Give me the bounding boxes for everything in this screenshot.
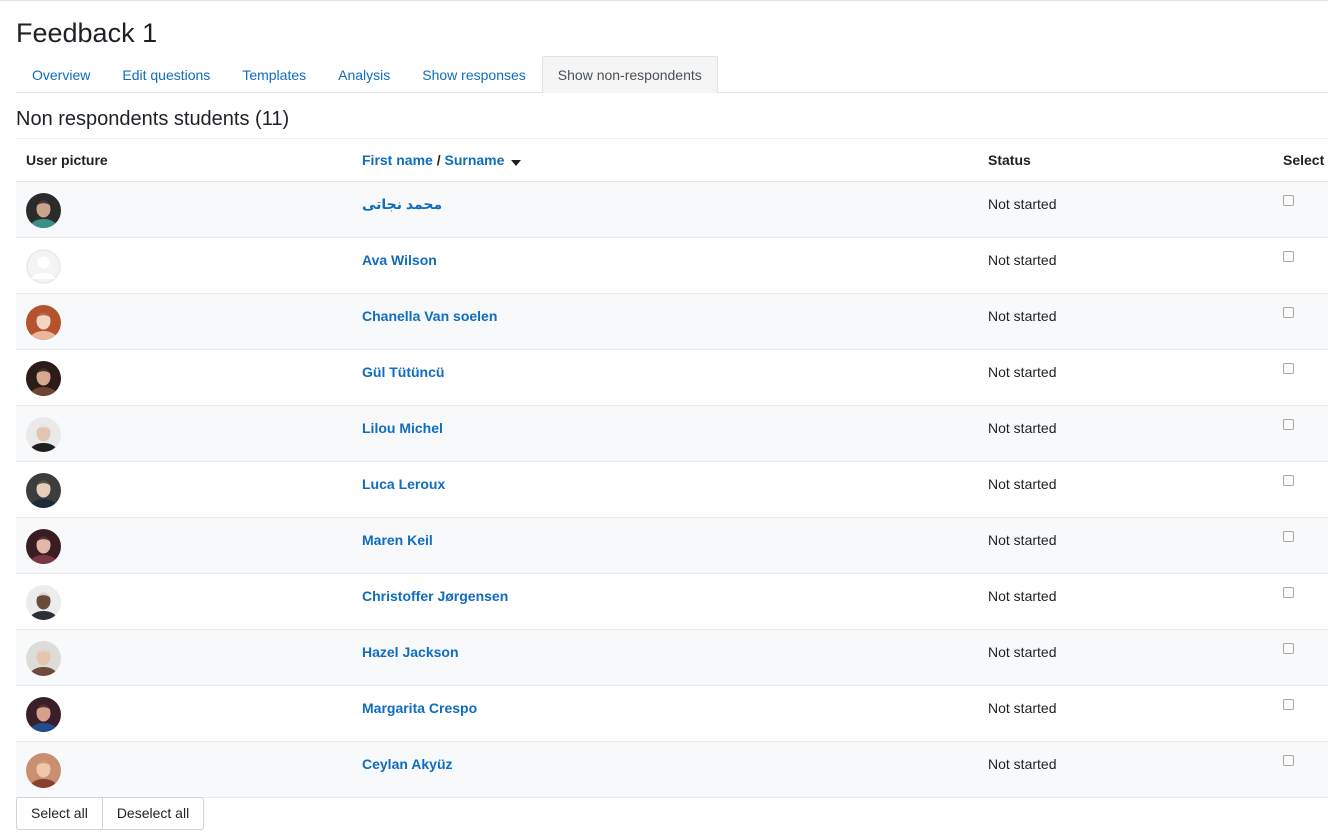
user-avatar[interactable] <box>26 585 61 620</box>
column-header-user-picture: User picture <box>26 152 108 168</box>
user-profile-link[interactable]: Ceylan Akyüz <box>362 756 453 772</box>
user-name-cell: Margarita Crespo <box>362 687 477 729</box>
table-row: محمد نجاتی Not started <box>16 182 1328 238</box>
select-checkbox[interactable] <box>1283 531 1294 542</box>
user-avatar[interactable] <box>26 193 61 228</box>
select-checkbox[interactable] <box>1283 251 1294 262</box>
user-profile-link[interactable]: Chanella Van soelen <box>362 308 497 324</box>
select-checkbox[interactable] <box>1283 699 1294 710</box>
user-name-cell: Ceylan Akyüz <box>362 743 453 785</box>
column-header-name: First name / Surname <box>362 139 522 181</box>
status-text: Not started <box>988 252 1057 268</box>
table-row: Christoffer Jørgensen Not started <box>16 574 1328 630</box>
tab-show-non-respondents[interactable]: Show non-respondents <box>541 56 718 93</box>
select-all-button[interactable]: Select all <box>16 797 103 830</box>
user-avatar[interactable] <box>26 361 61 396</box>
status-text: Not started <box>988 756 1057 772</box>
status-text: Not started <box>988 420 1057 436</box>
user-profile-link[interactable]: Hazel Jackson <box>362 644 459 660</box>
user-profile-link[interactable]: Margarita Crespo <box>362 700 477 716</box>
table-row: Ceylan Akyüz Not started <box>16 742 1328 798</box>
tab-edit-questions[interactable]: Edit questions <box>106 56 226 92</box>
tab-overview[interactable]: Overview <box>16 56 106 92</box>
user-name-cell: Lilou Michel <box>362 407 443 449</box>
user-avatar[interactable] <box>26 417 61 452</box>
feedback-page: Feedback 1 Overview Edit questions Templ… <box>0 0 1328 838</box>
section-heading: Non respondents students (11) <box>16 108 290 130</box>
user-profile-link[interactable]: Ava Wilson <box>362 252 437 268</box>
user-avatar[interactable] <box>26 529 61 564</box>
tab-bar: Overview Edit questions Templates Analys… <box>16 56 1328 93</box>
user-profile-link[interactable]: محمد نجاتی <box>362 196 442 212</box>
user-avatar[interactable] <box>26 641 61 676</box>
user-avatar[interactable] <box>26 473 61 508</box>
select-checkbox[interactable] <box>1283 587 1294 598</box>
select-checkbox[interactable] <box>1283 643 1294 654</box>
table-header-row: User picture First name / Surname Status… <box>16 139 1328 182</box>
user-profile-link[interactable]: Lilou Michel <box>362 420 443 436</box>
select-checkbox[interactable] <box>1283 363 1294 374</box>
tab-analysis[interactable]: Analysis <box>322 56 406 92</box>
user-name-cell: Gül Tütüncü <box>362 351 444 393</box>
user-name-cell: Chanella Van soelen <box>362 295 497 337</box>
table-row: Margarita Crespo Not started <box>16 686 1328 742</box>
user-avatar[interactable] <box>26 305 61 340</box>
deselect-all-button[interactable]: Deselect all <box>102 797 205 830</box>
status-text: Not started <box>988 308 1057 324</box>
user-name-cell: Hazel Jackson <box>362 631 459 673</box>
table-row: Chanella Van soelen Not started <box>16 294 1328 350</box>
user-avatar[interactable] <box>26 753 61 788</box>
select-checkbox[interactable] <box>1283 755 1294 766</box>
user-profile-link[interactable]: Christoffer Jørgensen <box>362 588 508 604</box>
tab-show-responses[interactable]: Show responses <box>406 56 542 92</box>
select-checkbox[interactable] <box>1283 307 1294 318</box>
status-text: Not started <box>988 588 1057 604</box>
select-checkbox[interactable] <box>1283 475 1294 486</box>
select-checkbox[interactable] <box>1283 419 1294 430</box>
sort-desc-icon <box>511 160 522 166</box>
table-row: Gül Tütüncü Not started <box>16 350 1328 406</box>
table-row: Maren Keil Not started <box>16 518 1328 574</box>
status-text: Not started <box>988 196 1057 212</box>
table-row: Luca Leroux Not started <box>16 462 1328 518</box>
page-title: Feedback 1 <box>16 18 158 48</box>
user-name-cell: محمد نجاتی <box>362 183 442 225</box>
user-profile-link[interactable]: Maren Keil <box>362 532 433 548</box>
sort-surname-link[interactable]: Surname <box>444 152 504 168</box>
column-header-select: Select <box>1283 152 1325 168</box>
top-border <box>0 0 1328 1</box>
selection-button-group: Select all Deselect all <box>16 797 205 830</box>
tab-templates[interactable]: Templates <box>226 56 322 92</box>
user-name-cell: Luca Leroux <box>362 463 445 505</box>
sort-firstname-link[interactable]: First name <box>362 152 433 168</box>
name-separator: / <box>432 152 445 168</box>
select-checkbox[interactable] <box>1283 195 1294 206</box>
default-avatar-icon[interactable] <box>26 249 61 284</box>
user-profile-link[interactable]: Luca Leroux <box>362 476 445 492</box>
status-text: Not started <box>988 364 1057 380</box>
table-row: Ava Wilson Not started <box>16 238 1328 294</box>
table-row: Hazel Jackson Not started <box>16 630 1328 686</box>
user-avatar[interactable] <box>26 697 61 732</box>
status-text: Not started <box>988 532 1057 548</box>
status-text: Not started <box>988 700 1057 716</box>
status-text: Not started <box>988 644 1057 660</box>
status-text: Not started <box>988 476 1057 492</box>
non-respondents-table: User picture First name / Surname Status… <box>16 138 1328 798</box>
user-profile-link[interactable]: Gül Tütüncü <box>362 364 444 380</box>
user-name-cell: Christoffer Jørgensen <box>362 575 508 617</box>
user-name-cell: Ava Wilson <box>362 239 437 281</box>
table-row: Lilou Michel Not started <box>16 406 1328 462</box>
column-header-status: Status <box>988 152 1031 168</box>
user-name-cell: Maren Keil <box>362 519 433 561</box>
